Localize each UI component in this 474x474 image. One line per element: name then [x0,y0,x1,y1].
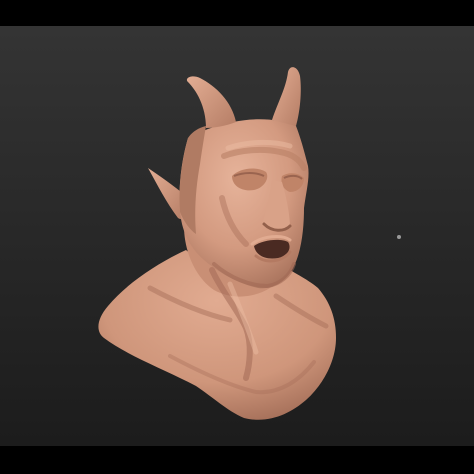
3d-viewport[interactable] [0,26,474,446]
screen [0,0,474,474]
viewport-cursor-icon [397,235,401,239]
viewport-canvas[interactable] [0,26,474,446]
